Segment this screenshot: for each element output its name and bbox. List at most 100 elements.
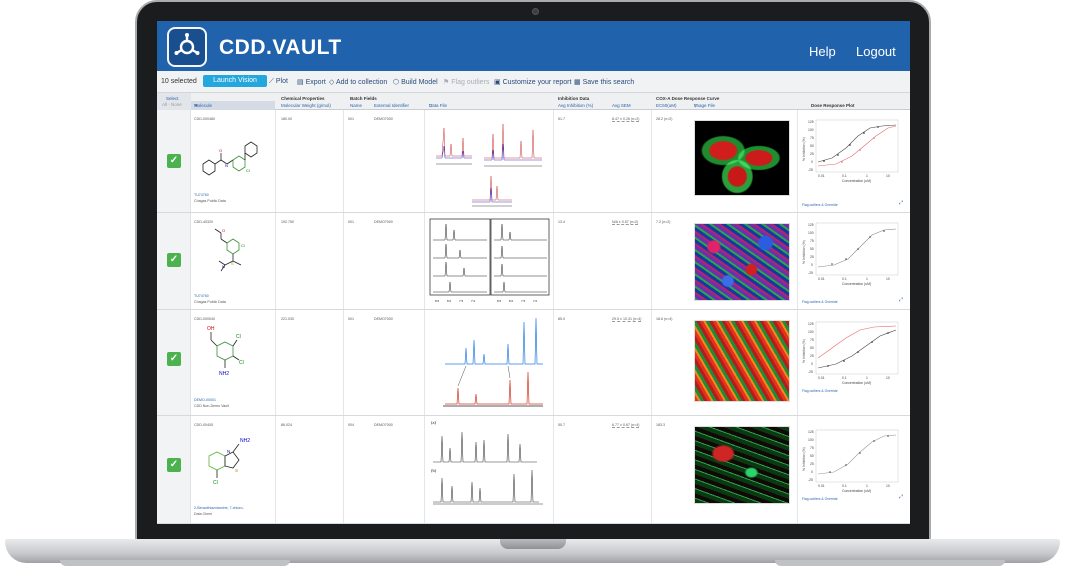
name-header[interactable]: Name: [350, 103, 362, 108]
column-divider: [424, 416, 425, 523]
chlorine-atom: Cl: [241, 243, 245, 248]
launch-vision-button[interactable]: Launch Vision: [203, 75, 267, 87]
save-search-label: Save this search: [582, 79, 635, 86]
avg-inhibition-header[interactable]: Avg Inhibition (%): [558, 103, 593, 108]
plot-button[interactable]: ⟋ Plot: [269, 78, 288, 86]
check-icon[interactable]: ✓: [167, 458, 181, 472]
molecule-structure[interactable]: NH2 N S Cl: [195, 426, 267, 498]
y-tick: 25: [810, 354, 814, 358]
y-axis-label: % Inhibition (%): [802, 447, 806, 471]
y-tick: 0: [811, 470, 813, 474]
y-tick: 125: [808, 430, 814, 434]
column-divider: [651, 110, 652, 212]
molecule-structure[interactable]: OH Cl Cl NH2: [195, 320, 267, 392]
ec50-value: 7.2 (n=2): [656, 220, 671, 224]
source-name: Chagas Public Data: [194, 300, 226, 304]
column-divider: [797, 110, 798, 212]
dose-response-plot[interactable]: 125 100 75 50 25 0 -25 0.01 0.1 1 10 Con…: [802, 116, 902, 184]
chlorine-atom: Cl: [213, 480, 218, 486]
inhibition-group: Inhibition Data: [558, 96, 590, 101]
y-tick: 75: [810, 239, 814, 243]
cell-image[interactable]: [694, 120, 790, 196]
dose-response-plot[interactable]: 125 100 75 50 25 0 -25 0.01 0.1 1 10 Con…: [802, 318, 902, 386]
save-search-button[interactable]: ▦ Save this search: [574, 78, 634, 86]
help-link[interactable]: Help: [809, 44, 836, 59]
molecule-structure[interactable]: O N Cl: [195, 120, 267, 180]
spectrum-image[interactable]: [435, 314, 547, 412]
select-sub[interactable]: All · None: [162, 102, 182, 107]
cell-image[interactable]: [694, 223, 790, 301]
avg-sem[interactable]: N/A ± 0.57 (n=2): [612, 220, 639, 225]
flag-override-link[interactable]: Flag outliers & Override: [802, 203, 838, 207]
x-axis-label: Concentration (uM): [842, 282, 871, 286]
mol-weight-header[interactable]: Molecular Weight (g/mol): [281, 103, 331, 108]
spectrum-image[interactable]: (a) (b): [427, 418, 549, 510]
add-to-collection-button[interactable]: ◇ Add to collection: [329, 78, 387, 86]
column-divider: [275, 110, 276, 212]
dose-plot-header: Dose Response Plot: [811, 103, 855, 108]
x-tick: 1: [866, 376, 868, 380]
avg-sem[interactable]: 29.5 ± 10.31 (n=4): [612, 317, 642, 322]
select-all-link[interactable]: Select: [166, 96, 179, 101]
camera: [532, 8, 539, 15]
avg-sem[interactable]: 6.77 ± 0.67 (n=4): [612, 423, 640, 428]
y-tick: 100: [808, 231, 814, 235]
plot-label: Plot: [275, 78, 288, 85]
source-link[interactable]: TU74760: [194, 193, 209, 197]
source-link[interactable]: 2-Benzothiazolamine, 7-chloro-: [194, 506, 244, 510]
cell-image[interactable]: [694, 426, 790, 504]
external-id-header[interactable]: External Identifier: [374, 103, 409, 108]
expand-icon[interactable]: ⤢: [899, 297, 903, 303]
avg-sem[interactable]: 8.47 ± 0.26 (n=2): [612, 117, 640, 122]
customize-report-button[interactable]: ▣ Customize your report: [494, 78, 571, 86]
logout-link[interactable]: Logout: [856, 44, 896, 59]
source-link[interactable]: TU74760: [194, 294, 209, 298]
flag-override-link[interactable]: Flag outliers & Override: [802, 300, 838, 304]
molecular-weight: 180.00: [281, 117, 292, 121]
svg-text:7.5: 7.5: [459, 299, 464, 303]
hydroxyl-group: OH: [207, 326, 215, 332]
y-tick: 25: [810, 462, 814, 466]
y-tick: 75: [810, 446, 814, 450]
expand-icon[interactable]: ⤢: [899, 494, 903, 500]
flag-outliers-button[interactable]: ⚑ Flag outliers: [443, 78, 489, 86]
dose-response-plot[interactable]: 125 100 75 50 25 0 -25 0.01 0.1 1 10 Con…: [802, 219, 902, 287]
source-link[interactable]: DEMO-00001: [194, 398, 216, 402]
cell-image[interactable]: [694, 320, 790, 402]
y-tick: -25: [808, 478, 813, 482]
molecule-structure[interactable]: O Cl S N: [195, 223, 267, 287]
build-model-button[interactable]: ⬡ Build Model: [393, 78, 438, 86]
export-button[interactable]: ▤ Export: [297, 78, 326, 86]
dose-response-plot[interactable]: 125 100 75 50 25 0 -25 0.01 0.1 1 10 Con…: [802, 426, 902, 494]
build-model-label: Build Model: [401, 79, 438, 86]
flag-override-link[interactable]: Flag outliers & Override: [802, 497, 838, 501]
spectrum-image[interactable]: 8.5 8.0 7.5 7.0 8.5 8.0 7.5 7.0: [429, 218, 551, 306]
ec50-header[interactable]: EC50(uM): [656, 103, 677, 108]
check-icon[interactable]: ✓: [167, 352, 181, 366]
x-tick: 0.1: [842, 484, 847, 488]
oxygen-atom: O: [219, 148, 222, 153]
avg-inhibition: 50.7: [558, 423, 565, 427]
avg-sem-header[interactable]: Avg SEM: [612, 103, 631, 108]
expand-icon[interactable]: ⤢: [899, 200, 903, 206]
external-id: DEMO7000: [374, 117, 393, 121]
spectrum-image[interactable]: [432, 116, 550, 208]
batch-name: 001: [348, 317, 354, 321]
chem-props-group: Chemical Properties: [281, 96, 325, 101]
model-icon: ⬡: [393, 79, 402, 86]
cox-group: COX-A Dose Response Curve: [656, 96, 720, 101]
check-icon[interactable]: ✓: [167, 154, 181, 168]
x-tick: 0.1: [842, 277, 847, 281]
x-tick: 10: [886, 174, 890, 178]
oxygen-atom: O: [222, 228, 225, 233]
flag-override-link[interactable]: Flag outliers & Override: [802, 389, 838, 393]
hub-logo-icon[interactable]: [167, 27, 207, 67]
toolbar: 10 selected Launch Vision ⟋ Plot ▤ Expor…: [157, 71, 910, 93]
chlorine-atom-2: Cl: [239, 360, 244, 366]
check-icon[interactable]: ✓: [167, 253, 181, 267]
column-divider: [343, 110, 344, 212]
y-tick: 75: [810, 338, 814, 342]
nitrogen-atom: N: [222, 264, 225, 269]
y-tick: 25: [810, 152, 814, 156]
x-tick: 1: [866, 174, 868, 178]
